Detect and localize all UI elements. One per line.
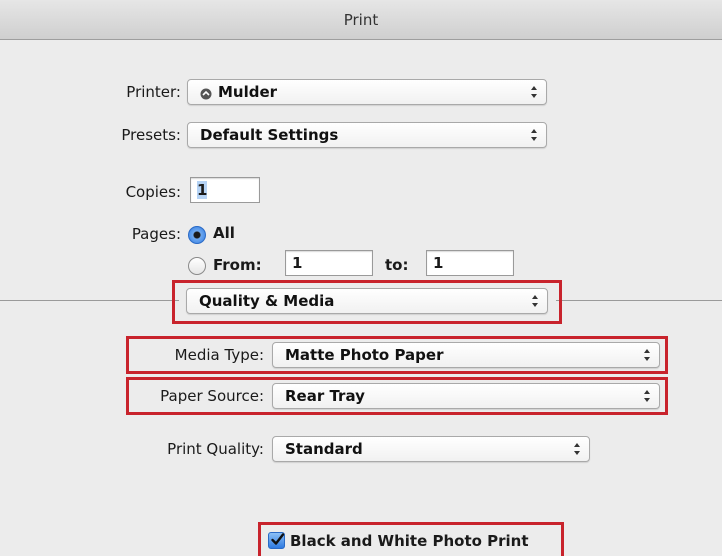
highlight-box-media-type [126,336,668,374]
pages-all-label: All [213,224,235,242]
separator-right [556,300,722,301]
printer-value: Mulder [218,83,278,101]
chevron-updown-icon [530,127,538,143]
pages-from-label: From: [213,256,262,274]
highlight-box-bw-photo [258,522,564,556]
pages-from-field[interactable]: 1 [285,250,373,276]
copies-value: 1 [197,181,208,199]
window-title: Print [343,11,379,29]
chevron-updown-icon [573,441,581,457]
window-titlebar: Print [0,0,722,40]
chevron-updown-icon [530,84,538,100]
pages-to-field[interactable]: 1 [426,250,514,276]
copies-label: Copies: [125,183,181,201]
presets-label: Presets: [121,126,181,144]
printer-label: Printer: [126,83,181,101]
pages-all-radio[interactable] [188,226,206,244]
presets-value: Default Settings [200,126,339,144]
printer-status-icon [200,86,212,100]
print-quality-value: Standard [285,440,363,458]
highlight-box-paper-source [126,377,668,415]
print-quality-label: Print Quality: [167,440,264,458]
pages-to-value: 1 [433,254,444,272]
highlight-box-section [172,280,562,324]
printer-popup[interactable]: Mulder [187,79,547,105]
copies-field[interactable]: 1 [190,177,260,203]
pages-from-value: 1 [292,254,303,272]
pages-from-radio[interactable] [188,257,206,275]
pages-label: Pages: [131,225,181,243]
print-quality-popup[interactable]: Standard [272,436,590,462]
presets-popup[interactable]: Default Settings [187,122,547,148]
pages-to-label: to: [385,256,409,274]
separator-left [0,300,179,301]
